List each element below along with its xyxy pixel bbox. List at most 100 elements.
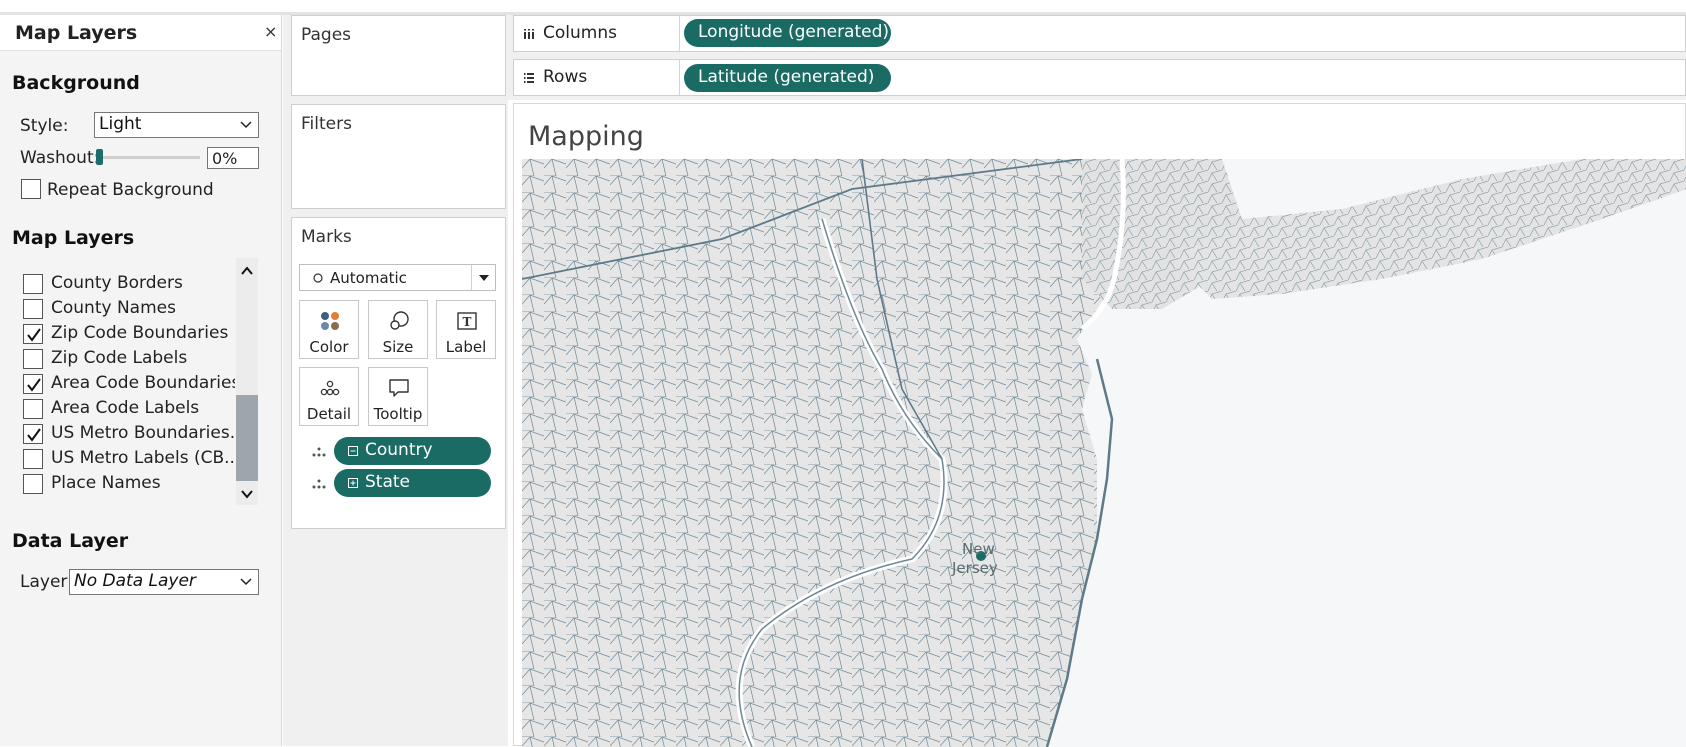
checkmark-icon: [27, 378, 41, 392]
close-icon[interactable]: ×: [264, 22, 277, 41]
layer-row[interactable]: US Metro Boundaries...: [0, 423, 235, 448]
rows-shelf[interactable]: Rows Latitude (generated): [513, 59, 1686, 96]
expand-plus-icon[interactable]: [348, 478, 358, 488]
layers-scrollbar[interactable]: [236, 258, 258, 505]
chevron-up-icon[interactable]: [240, 264, 254, 278]
layer-checkbox[interactable]: [23, 424, 43, 444]
layer-row[interactable]: Area Code Labels: [0, 398, 235, 423]
style-label: Style:: [20, 116, 69, 136]
map-canvas[interactable]: New Jersey: [522, 159, 1686, 747]
washout-input[interactable]: 0%: [207, 147, 259, 169]
checkmark-icon: [27, 328, 41, 342]
data-layer-section-title: Data Layer: [12, 530, 129, 552]
layer-label: County Borders: [51, 273, 183, 293]
detail-button[interactable]: Detail: [299, 367, 359, 426]
layer-label: Place Names: [51, 473, 161, 493]
layer-row[interactable]: Place Names: [0, 473, 235, 498]
rows-label: Rows: [543, 67, 588, 87]
washout-slider-track[interactable]: [98, 156, 200, 159]
label-button-label: Label: [445, 338, 487, 356]
layer-row[interactable]: US Metro Labels (CB...: [0, 448, 235, 473]
chevron-down-icon: [240, 578, 252, 586]
map-label-jersey: Jersey: [951, 559, 998, 577]
size-button-label: Size: [382, 338, 414, 356]
washout-label: Washout:: [20, 148, 100, 168]
latitude-pill-label: Latitude (generated): [698, 67, 875, 87]
layer-checkbox[interactable]: [23, 349, 43, 369]
repeat-background-checkbox[interactable]: [21, 179, 41, 199]
detail-dots-icon: [312, 479, 326, 489]
data-layer-select[interactable]: No Data Layer: [69, 569, 259, 595]
columns-label: Columns: [543, 23, 617, 43]
caret-down-icon: [479, 275, 489, 281]
mark-type-value: Automatic: [330, 269, 407, 287]
state-field-pill[interactable]: State: [334, 469, 491, 497]
style-select[interactable]: Light: [94, 112, 259, 138]
pages-shelf[interactable]: Pages: [291, 15, 506, 96]
pages-title: Pages: [301, 25, 352, 45]
layer-row[interactable]: Zip Code Labels: [0, 348, 235, 373]
color-dots-icon: [321, 312, 339, 330]
chevron-down-icon: [240, 121, 252, 129]
layer-checkbox[interactable]: [23, 449, 43, 469]
color-button[interactable]: Color: [299, 300, 359, 359]
shelf-divider: [679, 16, 680, 51]
worksheet-view: Mapping New Jersey: [513, 103, 1686, 747]
layer-label: Zip Code Boundaries: [51, 323, 229, 343]
washout-input-value: 0%: [212, 149, 238, 168]
data-layer-select-value: No Data Layer: [74, 571, 196, 591]
country-field-pill[interactable]: Country: [334, 437, 491, 465]
layer-row[interactable]: County Borders: [0, 273, 235, 298]
detail-dots-icon: [320, 380, 340, 396]
state-field-label: State: [365, 472, 410, 492]
layer-checkbox[interactable]: [23, 274, 43, 294]
detail-dots-icon: [312, 447, 326, 457]
columns-shelf[interactable]: Columns Longitude (generated): [513, 15, 1686, 52]
marks-title: Marks: [301, 227, 352, 247]
country-field-label: Country: [365, 440, 433, 460]
label-t-icon: T: [457, 312, 477, 330]
layers-scrollbar-thumb[interactable]: [236, 395, 258, 481]
layer-checkbox[interactable]: [23, 324, 43, 344]
layer-label: County Names: [51, 298, 176, 318]
view-title: Mapping: [528, 121, 644, 152]
tooltip-bubble-icon: [389, 379, 409, 397]
detail-button-label: Detail: [306, 405, 352, 423]
washout-slider-thumb[interactable]: [96, 149, 103, 165]
filters-title: Filters: [301, 114, 352, 134]
columns-icon: [524, 29, 534, 39]
pane-header: Map Layers ×: [0, 15, 281, 51]
map-layers-section-title: Map Layers: [12, 227, 135, 249]
tooltip-button-label: Tooltip: [373, 405, 423, 423]
layer-checkbox[interactable]: [23, 399, 43, 419]
collapse-minus-icon[interactable]: [348, 446, 358, 456]
label-button[interactable]: T Label: [436, 300, 496, 359]
tooltip-button[interactable]: Tooltip: [368, 367, 428, 426]
chevron-down-icon[interactable]: [240, 487, 254, 501]
longitude-pill[interactable]: Longitude (generated): [684, 19, 891, 47]
mark-type-dropdown[interactable]: [471, 265, 495, 290]
layer-checkbox[interactable]: [23, 374, 43, 394]
size-button[interactable]: Size: [368, 300, 428, 359]
map-layers-pane: Map Layers × Background Style: Light Was…: [0, 15, 282, 746]
circle-mark-icon: [313, 273, 323, 283]
layer-label: Area Code Labels: [51, 398, 200, 418]
latitude-pill[interactable]: Latitude (generated): [684, 64, 891, 92]
style-select-value: Light: [99, 114, 142, 134]
color-button-label: Color: [309, 338, 349, 356]
layer-label: Layer:: [20, 572, 73, 592]
layer-row[interactable]: County Names: [0, 298, 235, 323]
repeat-background-label: Repeat Background: [47, 180, 214, 200]
layer-checkbox[interactable]: [23, 474, 43, 494]
size-circles-icon: [390, 311, 409, 330]
layer-label: Area Code Boundaries: [51, 373, 235, 393]
filters-shelf[interactable]: Filters: [291, 104, 506, 209]
layer-row[interactable]: Zip Code Boundaries: [0, 323, 235, 348]
layer-label: US Metro Labels (CB...: [51, 448, 235, 468]
layer-checkbox[interactable]: [23, 299, 43, 319]
svg-text:T: T: [463, 315, 472, 329]
mark-type-select[interactable]: Automatic: [299, 264, 496, 291]
layer-row[interactable]: Area Code Boundaries: [0, 373, 235, 398]
layer-label: Zip Code Labels: [51, 348, 188, 368]
pane-title: Map Layers: [15, 22, 138, 44]
